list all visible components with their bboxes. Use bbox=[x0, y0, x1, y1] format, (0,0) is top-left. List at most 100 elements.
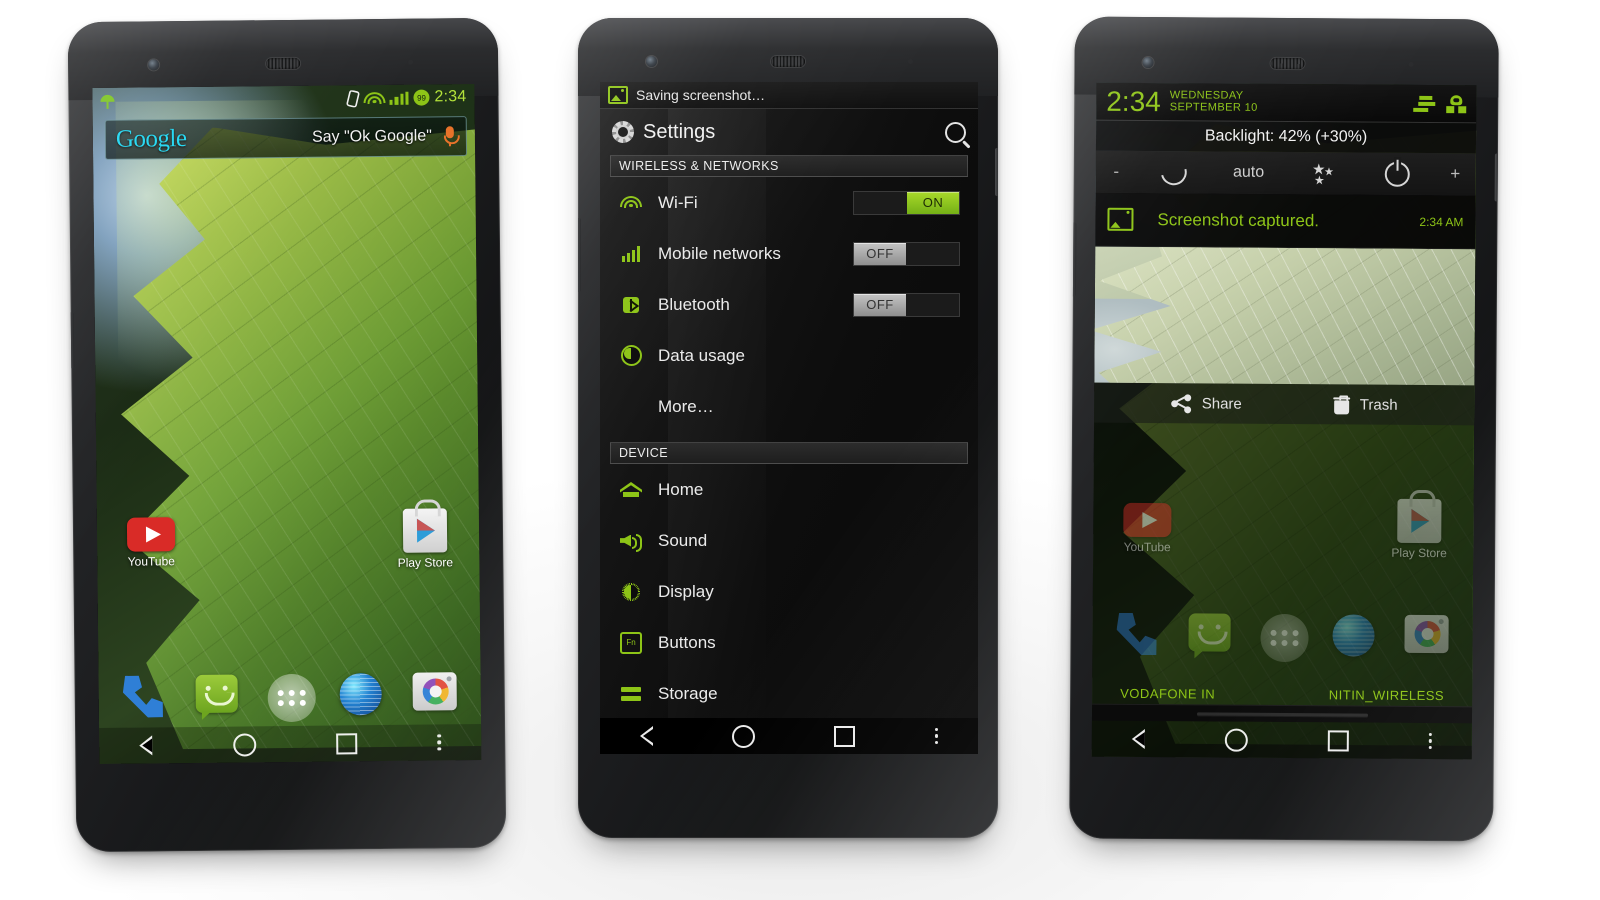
camera-icon bbox=[412, 672, 457, 711]
image-icon bbox=[608, 86, 628, 104]
power-menu-button[interactable] bbox=[1360, 161, 1435, 187]
dock-item-phone[interactable] bbox=[123, 675, 167, 719]
youtube-icon bbox=[126, 517, 176, 552]
navigation-bar bbox=[99, 723, 482, 764]
dock-item-app-drawer[interactable] bbox=[267, 673, 316, 723]
share-action[interactable]: Share bbox=[1170, 393, 1242, 413]
app-icon-play-store[interactable]: Play Store bbox=[387, 508, 464, 570]
trash-icon bbox=[1332, 394, 1350, 414]
mobile-networks-toggle[interactable]: OFF bbox=[853, 241, 960, 266]
app-label: Play Store bbox=[397, 555, 454, 570]
status-bar: 99 2:34 bbox=[92, 84, 474, 114]
trash-action[interactable]: Trash bbox=[1332, 394, 1398, 414]
settings-row-storage[interactable]: Storage bbox=[600, 668, 978, 718]
overflow-menu-icon[interactable] bbox=[437, 734, 442, 751]
front-camera-icon bbox=[148, 59, 160, 71]
earpiece-speaker bbox=[771, 56, 805, 67]
row-label: Mobile networks bbox=[658, 243, 781, 263]
phone-dialer-icon bbox=[123, 675, 163, 717]
share-icon bbox=[1170, 393, 1191, 413]
google-logo: Google bbox=[115, 125, 187, 153]
settings-row-wifi[interactable]: Wi-Fi ON bbox=[600, 177, 978, 228]
screenshot-thumbnail[interactable] bbox=[1094, 246, 1476, 386]
wifi-toggle[interactable]: ON bbox=[853, 190, 960, 215]
bluetooth-icon bbox=[623, 296, 639, 313]
page-title: Settings bbox=[643, 120, 716, 143]
back-icon[interactable] bbox=[1131, 728, 1145, 750]
refresh-button[interactable] bbox=[1137, 154, 1212, 191]
play-store-icon bbox=[402, 508, 448, 553]
brightness-increase-button[interactable]: + bbox=[1435, 164, 1476, 184]
back-icon[interactable] bbox=[639, 726, 653, 746]
row-label: Wi-Fi bbox=[658, 192, 698, 212]
phone3-screen[interactable]: YouTube Play Store 2:34 WEDNESDAY SEPTEM… bbox=[1091, 82, 1477, 760]
home-icon bbox=[620, 482, 642, 497]
earpiece-speaker bbox=[266, 57, 301, 70]
overflow-menu-icon[interactable] bbox=[1428, 732, 1432, 750]
microphone-icon[interactable] bbox=[443, 126, 460, 147]
settings-row-buttons[interactable]: Fn Buttons bbox=[600, 617, 978, 668]
carrier-right: NITIN_WIRELESS bbox=[1328, 686, 1445, 703]
proximity-sensor bbox=[1408, 61, 1414, 67]
settings-row-display[interactable]: Display bbox=[600, 566, 978, 617]
shade-date: WEDNESDAY SEPTEMBER 10 bbox=[1169, 88, 1258, 114]
dock-item-browser[interactable] bbox=[339, 673, 384, 717]
search-hint-text: Say "Ok Google" bbox=[311, 127, 432, 146]
home-icon[interactable] bbox=[732, 724, 756, 748]
settings-row-home[interactable]: Home bbox=[600, 464, 978, 515]
app-drawer-icon bbox=[267, 673, 316, 723]
status-bar-clock: 2:34 bbox=[434, 88, 467, 106]
section-header-wireless: WIRELESS & NETWORKS bbox=[610, 155, 968, 177]
recents-icon[interactable] bbox=[1327, 729, 1349, 751]
screencast-icon bbox=[346, 89, 360, 107]
storage-icon bbox=[621, 686, 641, 701]
signal-bars-icon bbox=[621, 245, 641, 262]
quick-settings-sliders-icon[interactable] bbox=[1410, 95, 1436, 112]
row-label: Bluetooth bbox=[658, 294, 730, 314]
app-icon-youtube[interactable]: YouTube bbox=[113, 517, 190, 569]
shade-clock-bar: 2:34 WEDNESDAY SEPTEMBER 10 bbox=[1096, 82, 1477, 124]
night-mode-button[interactable]: ★ ★ ★ bbox=[1286, 161, 1361, 188]
home-icon[interactable] bbox=[232, 732, 256, 757]
settings-row-bluetooth[interactable]: Bluetooth OFF bbox=[600, 279, 978, 330]
phone2-screen[interactable]: Saving screenshot… Settings WIRELESS & N… bbox=[600, 82, 978, 754]
notification-screenshot-captured[interactable]: Screenshot captured. 2:34 AM bbox=[1095, 192, 1476, 250]
overflow-menu-icon[interactable] bbox=[934, 727, 939, 745]
messaging-icon bbox=[195, 674, 238, 713]
brightness-decrease-button[interactable]: - bbox=[1096, 162, 1137, 182]
row-label: More… bbox=[658, 396, 714, 416]
auto-brightness-button[interactable]: auto bbox=[1211, 163, 1286, 182]
settings-row-more[interactable]: More… bbox=[600, 381, 978, 432]
navigation-bar bbox=[600, 718, 978, 754]
refresh-icon bbox=[1156, 154, 1192, 191]
google-search-widget[interactable]: Google Say "Ok Google" bbox=[104, 116, 468, 160]
bluetooth-toggle[interactable]: OFF bbox=[853, 292, 960, 317]
fn-buttons-icon: Fn bbox=[620, 631, 642, 654]
row-label: Buttons bbox=[658, 632, 716, 652]
front-camera-icon bbox=[1142, 57, 1154, 69]
home-icon[interactable] bbox=[1224, 728, 1248, 752]
recents-icon[interactable] bbox=[834, 725, 856, 747]
sound-icon bbox=[620, 533, 642, 552]
saving-screenshot-notification[interactable]: Saving screenshot… bbox=[600, 82, 978, 109]
image-icon bbox=[1107, 207, 1134, 231]
stars-icon: ★ ★ ★ bbox=[1312, 161, 1334, 188]
settings-row-sound[interactable]: Sound bbox=[600, 515, 978, 566]
phone1-screen[interactable]: 99 2:34 Google Say "Ok Google" YouTube P… bbox=[92, 84, 482, 764]
earpiece-speaker bbox=[1270, 57, 1305, 70]
recents-icon[interactable] bbox=[336, 732, 358, 755]
dock-item-messaging[interactable] bbox=[195, 674, 239, 719]
settings-row-mobile-networks[interactable]: Mobile networks OFF bbox=[600, 228, 978, 279]
dock-item-camera[interactable] bbox=[412, 672, 457, 716]
gear-icon bbox=[612, 121, 634, 143]
user-profile-icon[interactable] bbox=[1446, 94, 1467, 113]
back-icon[interactable] bbox=[139, 735, 153, 756]
dock bbox=[98, 664, 481, 728]
action-label: Trash bbox=[1359, 396, 1398, 414]
volume-button[interactable] bbox=[578, 218, 581, 292]
row-label: Storage bbox=[658, 683, 718, 703]
app-label: YouTube bbox=[127, 554, 175, 569]
power-button[interactable] bbox=[995, 148, 998, 196]
settings-row-data-usage[interactable]: Data usage bbox=[600, 330, 978, 381]
search-icon[interactable] bbox=[945, 121, 966, 143]
